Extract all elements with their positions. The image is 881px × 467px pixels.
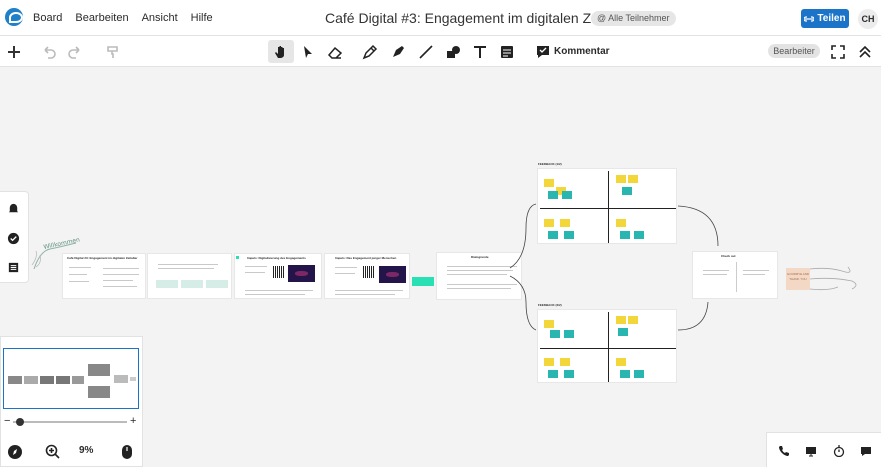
timer-icon[interactable] [833, 445, 845, 457]
cursor-arrow-icon [304, 45, 312, 58]
expand-icon [831, 44, 845, 59]
card-title: FEEDBACK (2/2) [538, 303, 562, 307]
top-bar: Board Bearbeiten Ansicht Hilfe Café Digi… [0, 0, 881, 36]
line-icon [419, 44, 433, 59]
paint-roller-icon [107, 45, 118, 58]
select-tool-button[interactable] [295, 40, 321, 63]
pen-icon [362, 44, 378, 59]
board-card-impulse-2[interactable]: Impuls: Das Engagement junger Menschen [324, 253, 410, 299]
step-arrow [412, 277, 434, 286]
collapse-toolbar-button[interactable] [852, 40, 878, 63]
format-painter-button[interactable] [100, 40, 126, 63]
text-tool-button[interactable] [467, 40, 493, 63]
tool-bar: Kommentar Bearbeiter [0, 36, 881, 67]
welcome-note-text: Willkommen [43, 236, 81, 251]
shape-tool-button[interactable] [440, 40, 466, 63]
undo-icon [44, 45, 56, 59]
menu-ansicht[interactable]: Ansicht [142, 12, 178, 24]
app-logo-icon[interactable] [5, 8, 23, 26]
note-tool-button[interactable] [494, 40, 520, 63]
zoom-in-small-icon[interactable]: + [130, 415, 136, 427]
minimap-preview [8, 364, 136, 398]
wind-swirl-icon [809, 266, 857, 291]
redo-icon [68, 45, 80, 59]
check-circle-icon[interactable] [7, 232, 20, 245]
card-title: Check out [721, 254, 736, 258]
board-card-agenda[interactable] [147, 253, 232, 299]
shapes-icon [447, 45, 460, 58]
menu-board[interactable]: Board [33, 12, 62, 24]
redo-button[interactable] [62, 40, 88, 63]
comment-icon [537, 45, 549, 58]
hand-icon [275, 45, 284, 58]
zoom-in-icon[interactable] [45, 444, 61, 460]
presentation-icon[interactable] [805, 445, 817, 457]
mouse-icon[interactable] [121, 444, 133, 460]
undo-button[interactable] [36, 40, 62, 63]
highlighter-tool-button[interactable] [385, 40, 411, 63]
list-icon[interactable] [7, 261, 20, 274]
comment-tool-button[interactable] [530, 40, 556, 63]
plus-icon [8, 45, 20, 58]
zoom-slider[interactable]: − + [4, 415, 136, 427]
card-title: FEEDBACK (1/2) [538, 162, 562, 166]
left-sidebar [0, 191, 29, 283]
menu-hilfe[interactable]: Hilfe [191, 12, 213, 24]
bell-icon[interactable] [7, 202, 20, 215]
fullscreen-button[interactable] [825, 40, 851, 63]
card-title: Impuls: Digitalisierung des Engagements [247, 256, 306, 260]
board-card-impulse-1[interactable]: Impuls: Digitalisierung des Engagements [234, 253, 322, 299]
card-title: Impuls: Das Engagement junger Menschen [335, 256, 397, 260]
board-card-checkout[interactable]: Check out [692, 251, 778, 299]
hand-tool-button[interactable] [268, 40, 294, 63]
menu-bearbeiten[interactable]: Bearbeiten [75, 12, 128, 24]
card-title: Dialogrunde [471, 255, 489, 259]
card-title: Café Digital #3: Engagement im digitalen… [67, 256, 138, 260]
comment-tool-label[interactable]: Kommentar [554, 46, 610, 57]
mode-badge[interactable]: Bearbeiter [768, 44, 820, 58]
goodbye-text: GOODBYE AND THANK YOU [786, 268, 810, 290]
zoom-slider-handle[interactable] [16, 418, 24, 426]
text-icon [474, 45, 486, 58]
link-icon [804, 15, 815, 22]
board-card-feedback-1[interactable]: FEEDBACK (1/2) [537, 162, 677, 244]
phone-icon[interactable] [778, 445, 790, 457]
compass-icon[interactable] [7, 444, 23, 460]
chat-icon[interactable] [860, 445, 872, 457]
user-avatar[interactable]: CH [858, 9, 878, 29]
note-icon [501, 45, 513, 58]
board-title[interactable]: Café Digital #3: Engagement im digitalen… [325, 10, 633, 26]
add-button[interactable] [1, 40, 27, 63]
chevron-double-up-icon [859, 45, 871, 58]
zoom-level[interactable]: 9% [79, 445, 93, 456]
board-card-intro[interactable]: Café Digital #3: Engagement im digitalen… [62, 253, 146, 299]
pen-tool-button[interactable] [357, 40, 383, 63]
eraser-tool-button[interactable] [322, 40, 348, 63]
share-label: Teilen [817, 13, 846, 24]
minimap-viewport[interactable] [3, 348, 139, 409]
board-card-feedback-2[interactable]: FEEDBACK (2/2) [537, 303, 677, 383]
zoom-out-icon[interactable]: − [4, 415, 10, 427]
share-button[interactable]: Teilen [801, 9, 849, 28]
main-menu: Board Bearbeiten Ansicht Hilfe [33, 12, 213, 24]
audience-badge[interactable]: @ Alle Teilnehmer [591, 11, 676, 26]
highlighter-icon [393, 45, 404, 57]
minimap-panel: − + 9% [0, 336, 143, 467]
bottom-right-toolbar [766, 432, 881, 467]
line-tool-button[interactable] [413, 40, 439, 63]
eraser-icon [327, 46, 343, 59]
